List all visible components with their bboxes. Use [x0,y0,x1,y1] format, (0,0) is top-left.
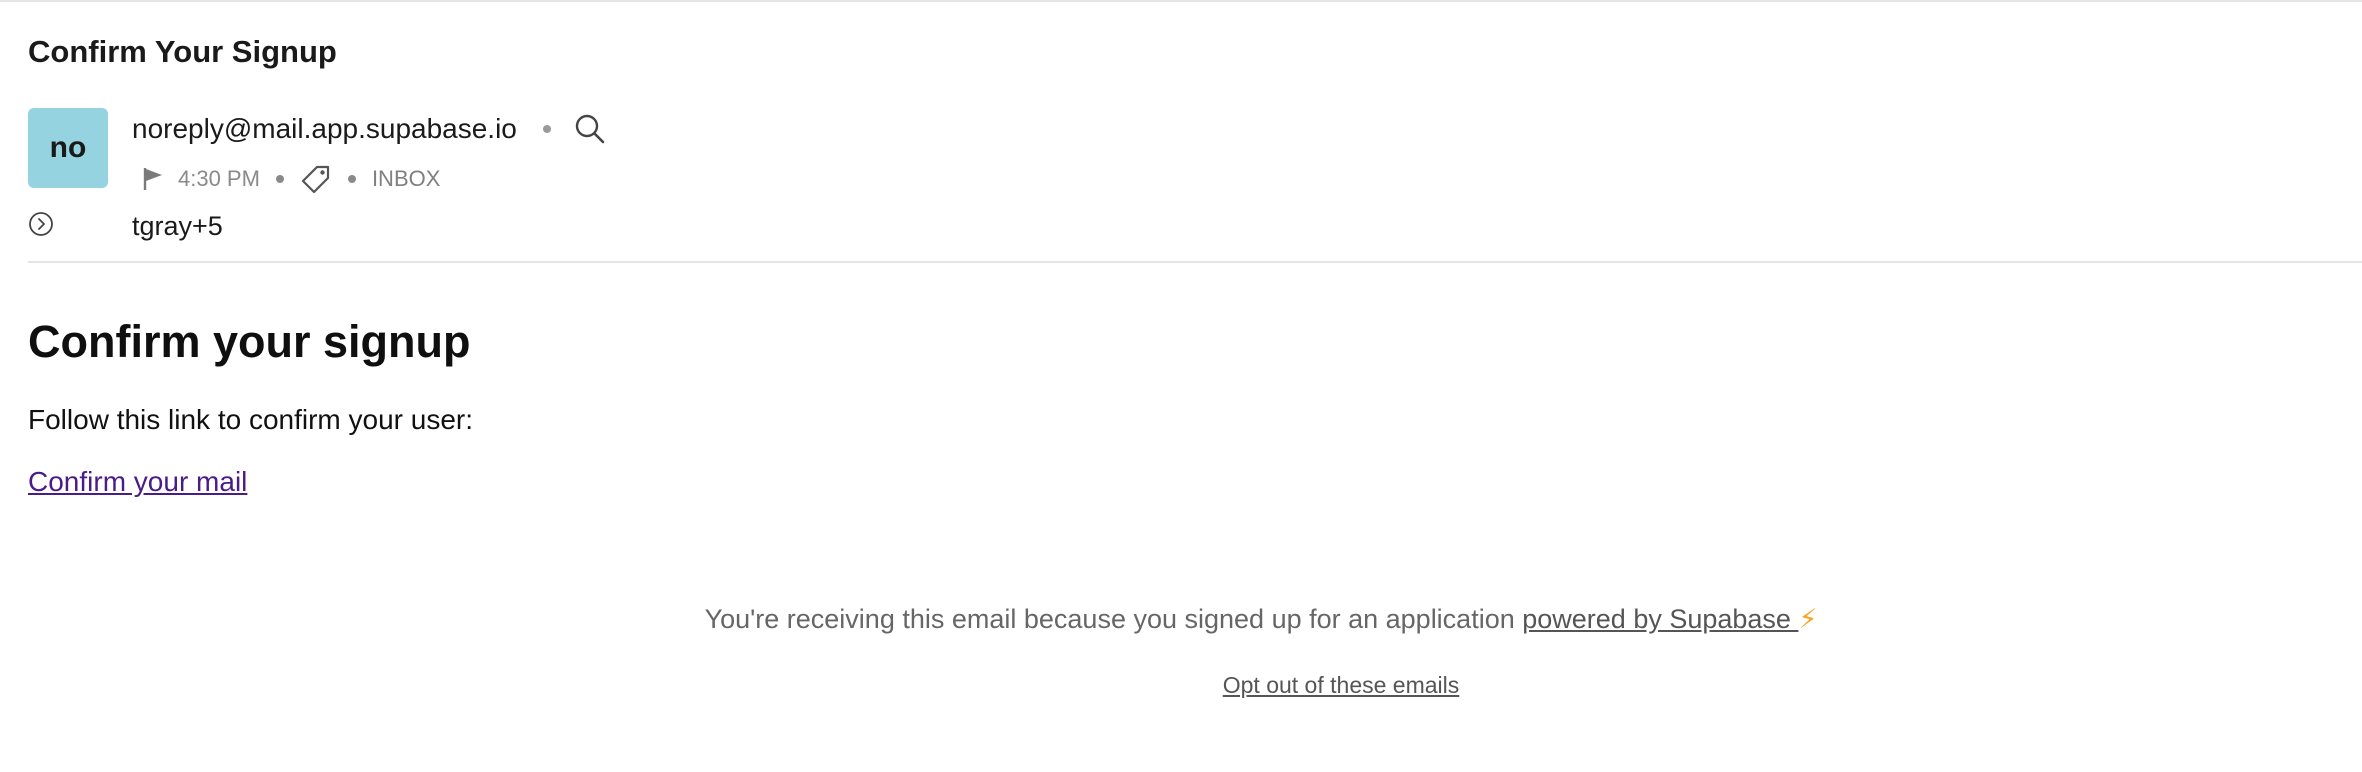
folder-label[interactable]: INBOX [372,166,440,192]
email-view: Confirm Your Signup no noreply@mail.app.… [0,0,2362,772]
separator-dot [542,125,551,133]
bolt-icon: ⚡ [1798,604,1818,634]
top-border [0,0,2362,2]
header-divider [28,261,2362,263]
email-subject: Confirm Your Signup [28,34,337,69]
body-text: Follow this link to confirm your user: [28,404,474,435]
meta-row: 4:30 PM INBOX [140,160,440,198]
separator-dot [275,175,284,183]
sender-address[interactable]: noreply@mail.app.supabase.io [132,113,517,145]
optout-row: Opt out of these emails [0,672,2362,699]
footer-text: You're receiving this email because you … [704,604,1523,634]
chevron-right-circle-icon[interactable] [28,211,54,237]
recipients[interactable]: tgray+5 [132,211,223,242]
tag-icon[interactable] [300,163,332,195]
powered-by-supabase-link[interactable]: powered by Supabase [1522,604,1798,634]
email-time: 4:30 PM [178,166,260,191]
avatar: no [28,108,108,188]
confirm-mail-link[interactable]: Confirm your mail [28,466,247,498]
separator-dot [347,175,356,183]
body-title: Confirm your signup [28,316,471,367]
flag-icon[interactable] [140,165,166,193]
optout-link[interactable]: Opt out of these emails [1223,672,1460,698]
footer-notice: You're receiving this email because you … [0,604,2362,635]
search-icon[interactable] [573,112,607,146]
sender-row: noreply@mail.app.supabase.io [132,108,607,150]
